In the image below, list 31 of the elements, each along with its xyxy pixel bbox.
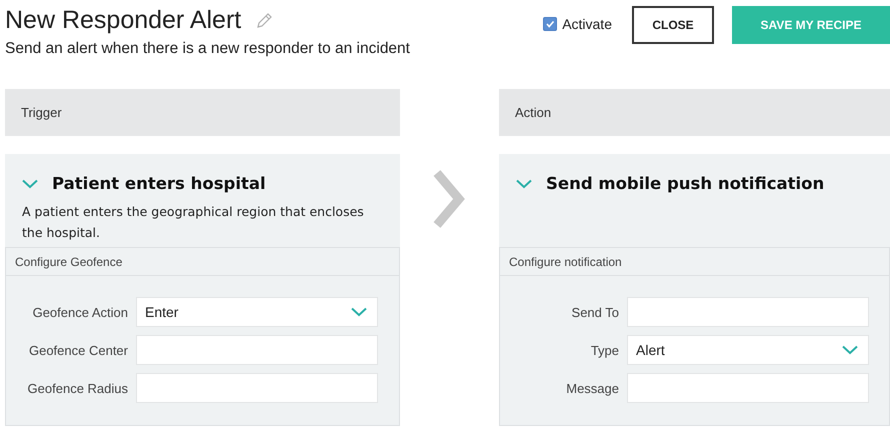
edit-icon[interactable] <box>255 12 274 30</box>
input-field[interactable] <box>627 297 869 327</box>
field-label: Type <box>590 342 619 358</box>
card-description: A patient enters the geographical region that encloses the hospital. <box>22 203 365 242</box>
panel-heading: Trigger <box>21 105 62 120</box>
card-title: Patient enters hospital <box>52 174 266 193</box>
chevron-down-icon[interactable] <box>516 178 532 188</box>
section-title: Configure notification <box>509 254 622 268</box>
chevron-down-icon <box>351 307 367 317</box>
section-title: Configure Geofence <box>15 254 122 268</box>
input-field[interactable] <box>136 335 378 365</box>
activate-checkbox[interactable] <box>543 17 558 31</box>
card-title: Send mobile push notification <box>546 174 824 193</box>
close-button[interactable]: CLOSE <box>632 6 714 44</box>
chevron-right-icon <box>431 169 467 229</box>
dropdown[interactable]: Enter <box>136 297 378 327</box>
dropdown[interactable]: Alert <box>627 335 869 365</box>
input-field[interactable] <box>627 373 869 403</box>
activate-label: Activate <box>562 16 612 32</box>
page-title: New Responder Alert <box>5 5 242 36</box>
page-subtitle: Send an alert when there is a new responder to an incident <box>5 40 410 58</box>
field-label: Message <box>565 380 619 396</box>
chevron-down-icon[interactable] <box>22 178 38 188</box>
check-icon <box>545 19 556 29</box>
field-label: Geofence Action <box>32 304 128 320</box>
field-label: Send To <box>570 304 619 320</box>
input-field[interactable] <box>136 373 378 403</box>
field-label: Geofence Radius <box>26 380 128 396</box>
panel-heading: Action <box>515 105 552 120</box>
chevron-down-icon <box>842 345 858 355</box>
field-label: Geofence Center <box>28 342 128 358</box>
